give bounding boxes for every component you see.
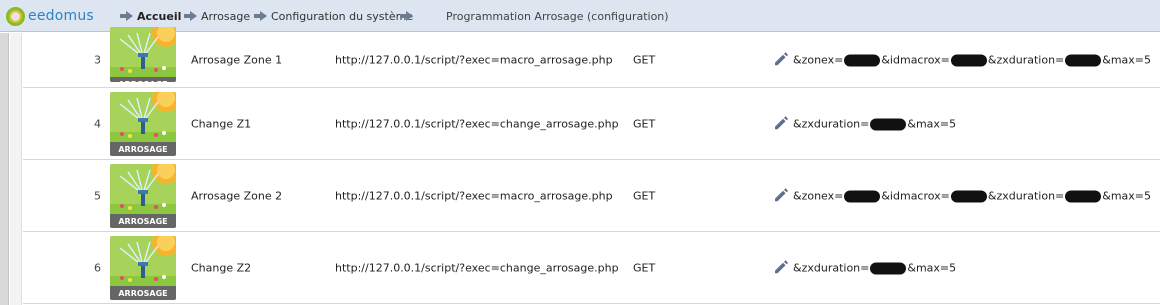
param-fragment: &zonex= — [793, 189, 844, 202]
breadcrumb-label: Arrosage — [201, 9, 251, 23]
table-row[interactable]: 4 ARROSAGE Change Z1 http://127.0.0.1/sc… — [23, 88, 1160, 160]
thumbnail-label: ARROSAGE — [118, 289, 167, 298]
row-url: http://127.0.0.1/script/?exec=macro_arro… — [335, 189, 613, 202]
redacted-value — [1065, 190, 1102, 202]
row-params: &zonex= &idmacrox= &zxduration= &max=5 — [793, 54, 1151, 67]
arrosage-thumbnail: ARROSAGE — [110, 235, 176, 300]
arrow-right-icon — [184, 11, 198, 21]
breadcrumb-label: Configuration du système — [271, 9, 414, 23]
param-fragment: &idmacrox= — [881, 189, 950, 202]
param-fragment: &zonex= — [793, 53, 844, 67]
arrosage-thumbnail: ARROSAGE — [110, 163, 176, 228]
row-name: Change Z2 — [191, 261, 252, 274]
row-params: &zxduration= &max=5 — [793, 117, 956, 130]
row-params: &zonex= &idmacrox= &zxduration= &max=5 — [793, 189, 1151, 202]
eedomus-logo[interactable]: eedomus — [6, 5, 94, 27]
arrow-right-icon — [254, 11, 268, 21]
redacted-value — [1065, 54, 1102, 67]
row-number: 4 — [94, 117, 101, 130]
page-title: Programmation Arrosage (configuration) — [446, 9, 669, 23]
row-url: http://127.0.0.1/script/?exec=change_arr… — [335, 261, 619, 274]
redacted-value — [870, 262, 907, 274]
pencil-icon[interactable] — [772, 113, 790, 131]
breadcrumb-item-arrosage[interactable]: Arrosage — [184, 0, 250, 32]
breadcrumb-current-wrap — [400, 0, 417, 32]
redacted-value — [844, 54, 881, 67]
redacted-value — [950, 190, 987, 202]
arrosage-thumbnail: ARROSAGE — [110, 27, 176, 82]
arrow-right-icon — [120, 11, 134, 21]
pencil-icon[interactable] — [772, 185, 790, 203]
param-fragment: &idmacrox= — [881, 53, 950, 67]
left-gutter — [10, 33, 22, 305]
param-fragment: &zxduration= — [793, 261, 870, 274]
redacted-value — [870, 118, 907, 130]
thumbnail-label: ARROSAGE — [118, 145, 167, 154]
row-name: Arrosage Zone 1 — [191, 53, 283, 67]
pencil-icon[interactable] — [772, 49, 790, 67]
row-number: 6 — [94, 261, 101, 274]
row-name: Change Z1 — [191, 117, 252, 130]
program-table: 3 ARROSAGE Arrosage Zone 1 http://127.0.… — [23, 27, 1160, 304]
row-method: GET — [633, 189, 656, 202]
row-url: http://127.0.0.1/script/?exec=macro_arro… — [335, 53, 613, 67]
row-method: GET — [633, 117, 656, 130]
table-row[interactable]: 3 ARROSAGE Arrosage Zone 1 http://127.0.… — [23, 27, 1160, 88]
row-method: GET — [633, 53, 656, 67]
left-border-strip — [0, 33, 9, 305]
param-fragment: &max=5 — [1102, 53, 1152, 67]
redacted-value — [950, 54, 987, 67]
param-fragment: &max=5 — [907, 261, 957, 274]
logo-text: eedomus — [28, 8, 94, 24]
row-name: Arrosage Zone 2 — [191, 189, 283, 202]
row-params: &zxduration= &max=5 — [793, 261, 956, 274]
breadcrumb-label: Accueil — [137, 9, 182, 23]
param-fragment: &zxduration= — [987, 189, 1065, 202]
arrosage-thumbnail: ARROSAGE — [110, 91, 176, 156]
param-fragment: &max=5 — [907, 117, 957, 130]
thumbnail-label: ARROSAGE — [118, 80, 167, 82]
row-url: http://127.0.0.1/script/?exec=change_arr… — [335, 117, 619, 130]
thumbnail-label: ARROSAGE — [118, 217, 167, 226]
table-row[interactable]: 5 ARROSAGE Arrosage Zone 2 http://127.0.… — [23, 160, 1160, 232]
arrow-right-icon — [400, 11, 414, 21]
redacted-value — [844, 190, 881, 202]
param-fragment: &max=5 — [1102, 189, 1152, 202]
row-number: 5 — [94, 189, 101, 202]
row-number: 3 — [94, 53, 101, 67]
param-fragment: &zxduration= — [793, 117, 870, 130]
main-content: 3 ARROSAGE Arrosage Zone 1 http://127.0.… — [0, 27, 1160, 305]
pencil-icon[interactable] — [772, 257, 790, 275]
eedomus-logo-icon — [6, 6, 25, 26]
param-fragment: &zxduration= — [987, 53, 1065, 67]
breadcrumb-item-configuration[interactable]: Configuration du système — [254, 0, 413, 32]
table-row[interactable]: 6 ARROSAGE Change Z2 http://127.0.0.1/sc… — [23, 232, 1160, 304]
row-method: GET — [633, 261, 656, 274]
